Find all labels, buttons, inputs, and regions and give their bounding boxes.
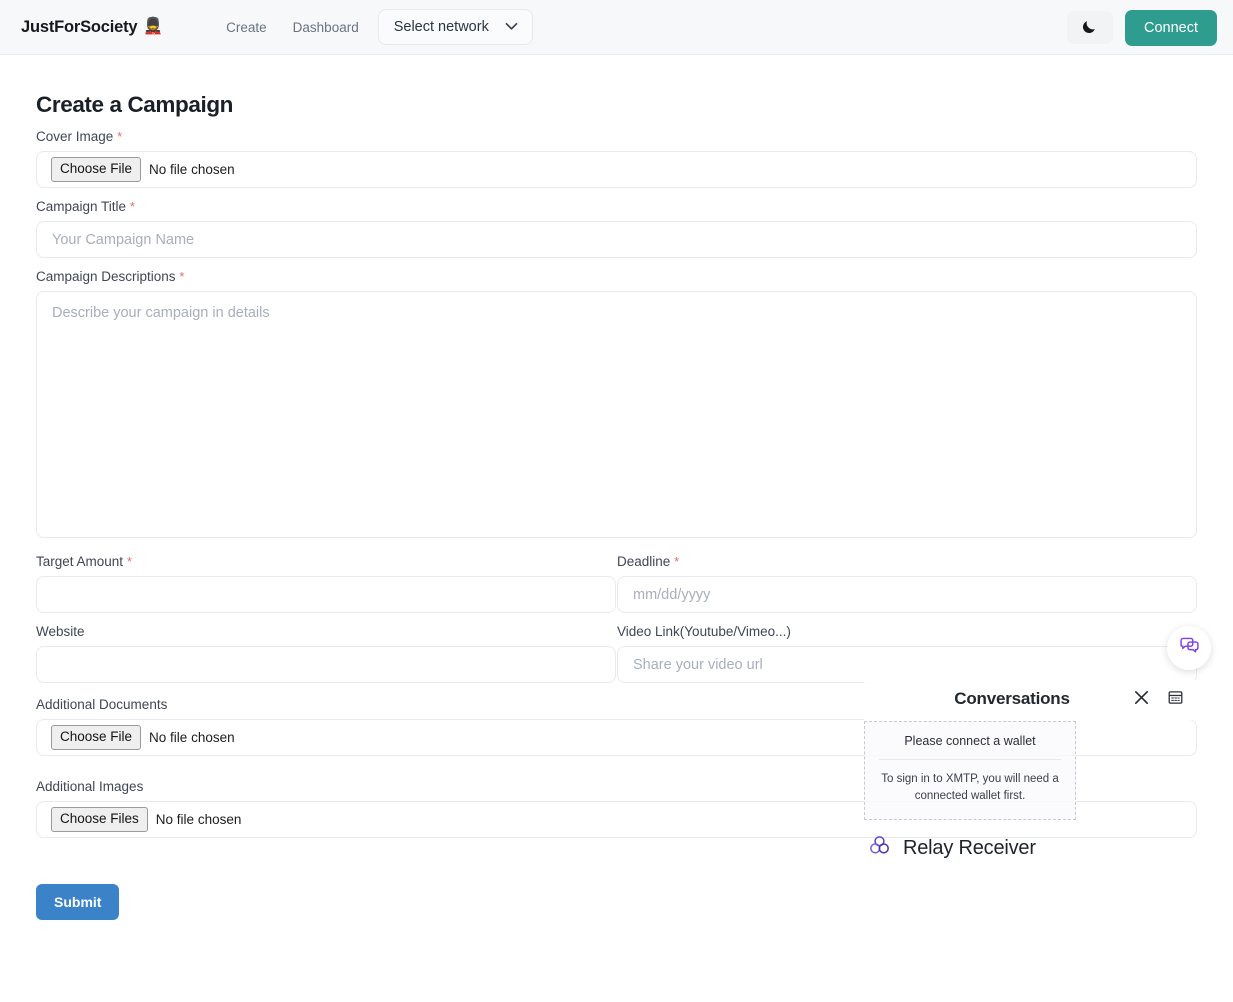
deadline-input[interactable] xyxy=(617,576,1197,613)
required-asterisk: * xyxy=(674,554,680,569)
label-deadline: Deadline * xyxy=(617,554,1197,569)
additional-images-file-status: No file chosen xyxy=(155,812,242,827)
popout-window-icon xyxy=(1167,689,1184,709)
close-icon xyxy=(1132,688,1151,710)
deadline-field-wrap xyxy=(617,576,1197,613)
page-title: Create a Campaign xyxy=(36,92,234,117)
nav-link-dashboard[interactable]: Dashboard xyxy=(293,20,359,35)
header-actions: Connect xyxy=(1066,0,1217,55)
target-amount-group: Target Amount * xyxy=(36,543,616,613)
submit-button[interactable]: Submit xyxy=(36,884,120,920)
popout-window-button[interactable] xyxy=(1167,689,1184,709)
target-amount-input[interactable] xyxy=(36,576,616,613)
main-nav: Create Dashboard xyxy=(226,20,359,35)
website-video-row: Website Video Link(Youtube/Vimeo...) xyxy=(36,613,1197,683)
nav-link-create[interactable]: Create xyxy=(226,20,267,35)
connect-wallet-notice-title: Please connect a wallet xyxy=(879,734,1061,760)
cover-image-file-input[interactable]: Choose File No file chosen xyxy=(36,151,1197,188)
connect-wallet-button[interactable]: Connect xyxy=(1124,9,1217,46)
additional-documents-file-status: No file chosen xyxy=(149,730,235,745)
label-campaign-descriptions: Campaign Descriptions * xyxy=(36,269,1197,284)
label-target-amount: Target Amount * xyxy=(36,554,616,569)
deadline-group: Deadline * xyxy=(617,543,1197,613)
cover-image-file-status: No file chosen xyxy=(149,162,235,177)
label-campaign-title: Campaign Title * xyxy=(36,199,1197,214)
connect-wallet-notice-body: To sign in to XMTP, you will need a conn… xyxy=(881,773,1059,802)
label-cover-image-text: Cover Image xyxy=(36,129,114,144)
brand-logo[interactable]: JustForSociety 💂 xyxy=(21,18,163,37)
required-asterisk: * xyxy=(126,554,132,569)
amount-deadline-row: Target Amount * Deadline * xyxy=(36,543,1197,613)
conversations-panel-header: Conversations xyxy=(864,678,1196,720)
theme-toggle-button[interactable] xyxy=(1066,11,1113,44)
campaign-descriptions-textarea[interactable] xyxy=(36,291,1197,538)
network-select-value: Select network xyxy=(393,19,489,35)
relay-trefoil-logo xyxy=(867,833,892,863)
chevron-down-icon xyxy=(505,19,518,35)
connect-wallet-notice: Please connect a wallet To sign in to XM… xyxy=(864,721,1076,821)
label-campaign-title-text: Campaign Title xyxy=(36,199,127,214)
chat-bubbles-icon xyxy=(1178,634,1201,662)
relay-receiver-branding: Relay Receiver xyxy=(864,820,1196,863)
video-link-group: Video Link(Youtube/Vimeo...) xyxy=(617,613,1197,683)
website-group: Website xyxy=(36,613,616,683)
label-cover-image: Cover Image * xyxy=(36,129,1197,144)
label-deadline-text: Deadline xyxy=(617,554,671,569)
cover-image-choose-file-button[interactable]: Choose File xyxy=(51,157,142,182)
additional-documents-choose-file-button[interactable]: Choose File xyxy=(51,725,142,750)
required-asterisk: * xyxy=(117,129,123,144)
label-video-link: Video Link(Youtube/Vimeo...) xyxy=(617,624,791,639)
required-asterisk: * xyxy=(179,269,185,284)
conversations-header-actions xyxy=(1132,688,1184,710)
label-target-amount-text: Target Amount xyxy=(36,554,124,569)
chat-launcher-button[interactable] xyxy=(1167,626,1211,670)
app-header: JustForSociety 💂 Create Dashboard Select… xyxy=(0,0,1233,55)
brand-name: JustForSociety xyxy=(21,17,138,36)
conversations-title: Conversations xyxy=(954,689,1070,708)
additional-images-choose-files-button[interactable]: Choose Files xyxy=(51,807,148,832)
conversations-panel: Conversations Please connect a wallet To… xyxy=(864,678,1196,863)
create-campaign-page: Create a Campaign Cover Image * Choose F… xyxy=(0,92,1233,920)
relay-receiver-name: Relay Receiver xyxy=(903,836,1036,859)
network-select[interactable]: Select network xyxy=(377,9,533,45)
required-asterisk: * xyxy=(129,199,135,214)
label-campaign-descriptions-text: Campaign Descriptions xyxy=(36,269,176,284)
label-website: Website xyxy=(36,624,85,639)
moon-icon xyxy=(1081,18,1098,38)
brand-emoji-icon: 💂 xyxy=(143,18,164,35)
close-conversations-button[interactable] xyxy=(1132,688,1151,710)
website-input[interactable] xyxy=(36,646,616,683)
campaign-title-input[interactable] xyxy=(36,221,1197,258)
